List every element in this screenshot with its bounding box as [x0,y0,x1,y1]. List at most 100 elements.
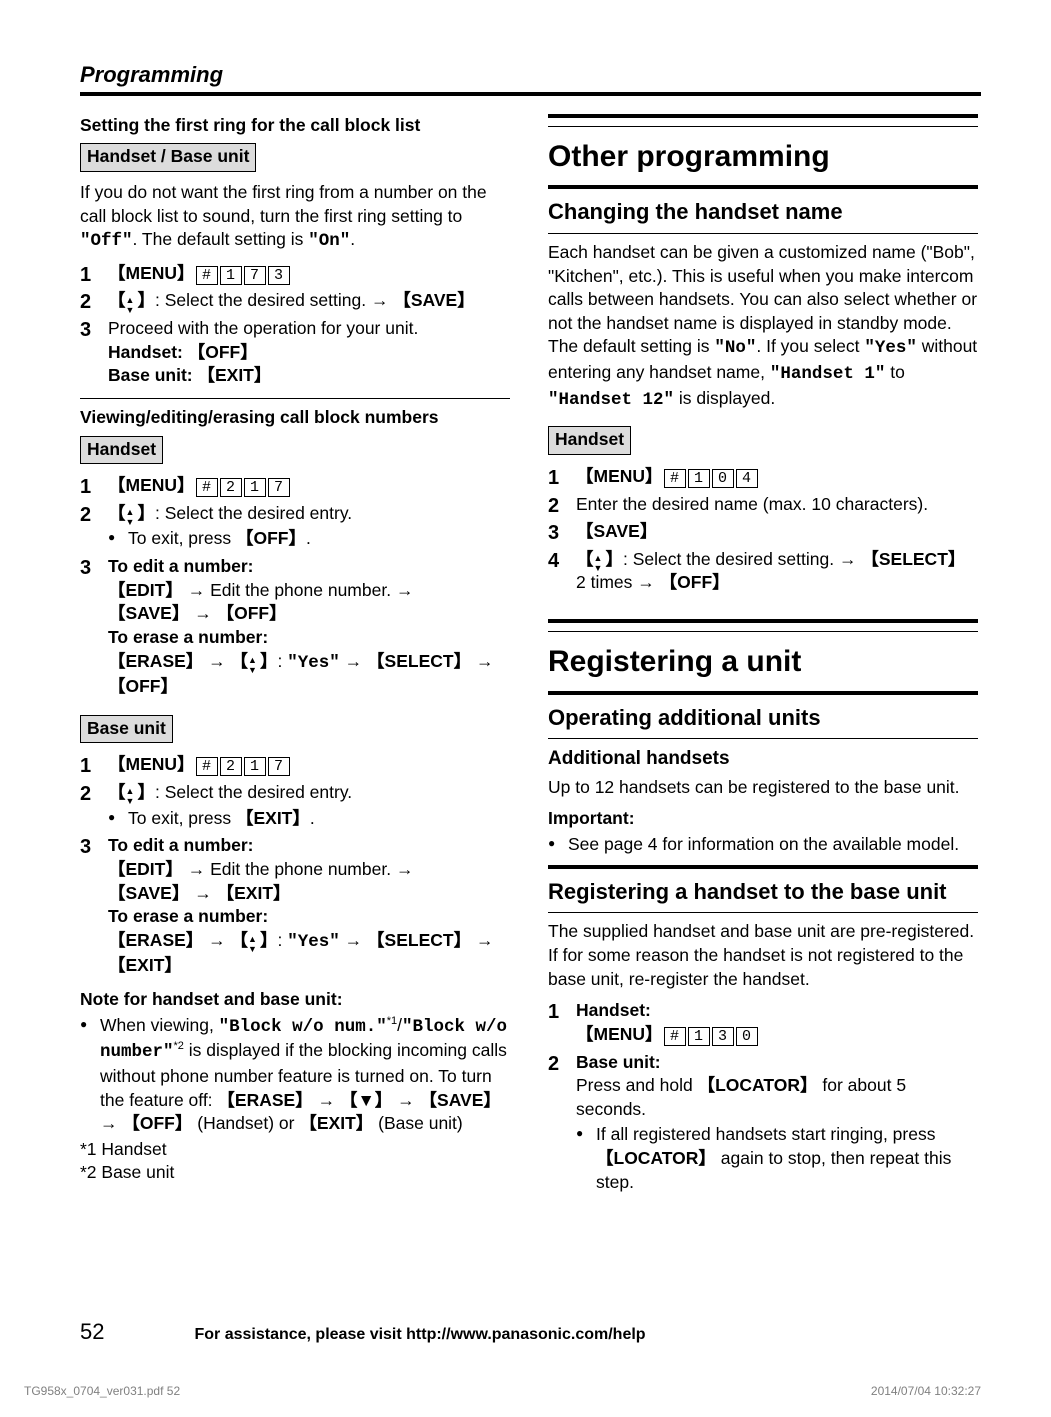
first-ring-intro: If you do not want the first ring from a… [80,181,510,254]
text: Press and hold [576,1075,698,1095]
note-title: Note for handset and base unit: [80,988,510,1012]
important-heading: Important: [548,807,978,831]
r1-step1: MENU#104 [548,465,978,489]
key-hash: # [664,1027,686,1046]
off-key: OFF [188,342,258,362]
text: If all registered handsets start ringing… [596,1124,935,1144]
text: Edit the phone number. [205,859,396,879]
help-url: For assistance, please visit http://www.… [194,1324,645,1346]
text: . [350,229,355,249]
key-hash: # [664,469,686,488]
text: to [885,362,904,382]
edit-key: EDIT [108,580,183,600]
changing-name-para: Each handset can be given a customized n… [548,241,978,412]
key-1: 1 [688,1027,710,1046]
edit-key: EDIT [108,859,183,879]
no-value: "No" [714,338,756,358]
menu-key: MENU [108,475,195,495]
r2-step2: Base unit: Press and hold LOCATOR for ab… [548,1051,978,1195]
operating-additional-heading: Operating additional units [548,703,978,733]
footnote-1: *1 Handset [80,1138,510,1162]
s2b-step2: 【】: Select the desired entry. To exit, p… [80,781,510,830]
rule [548,114,978,127]
s2h-step2: 【】: Select the desired entry. To exit, p… [80,502,510,551]
registering-handset-heading: Registering a handset to the base unit [548,877,978,907]
erase-heading: To erase a number: [108,627,268,647]
page-footer: 52 For assistance, please visit http://w… [80,1317,981,1347]
menu-key: MENU [576,466,663,486]
exit-key: EXIT [236,808,310,828]
key-0: 0 [736,1027,758,1046]
text: Proceed with the operation for your unit… [108,318,418,338]
text: : Select the desired setting. [155,290,371,310]
key-7: 7 [268,757,290,776]
page-number: 52 [80,1317,104,1347]
text: 2 times [576,572,637,592]
base-unit-label-box: Base unit [80,715,173,744]
text: Edit the phone number. [205,580,396,600]
block-num-value: "Block w/o num." [219,1017,387,1037]
locator-bullet: If all registered handsets start ringing… [576,1123,978,1194]
exit-key: EXIT [299,1113,373,1133]
text: : Select the desired entry. [155,503,352,523]
key-4: 4 [736,469,758,488]
footnotes: *1 Handset *2 Base unit [80,1138,510,1185]
text: : Select the desired entry. [155,782,352,802]
save-key: SAVE [108,883,189,903]
changing-handset-name-heading: Changing the handset name [548,197,978,227]
select-key: SELECT [861,549,965,569]
off-value: "Off" [80,231,133,251]
r2-step1: Handset: MENU#130 [548,999,978,1046]
print-meta-left: TG958x_0704_ver031.pdf 52 [24,1383,180,1399]
text: is displayed. [674,388,775,408]
exit-key: EXIT [217,883,291,903]
sup-2: *2 [174,1040,184,1052]
text: (Handset) or [192,1113,299,1133]
view-edit-erase-title: Viewing/editing/erasing call block numbe… [80,406,510,430]
handset-base-unit-label: Handset / Base unit [80,143,256,172]
key-1: 1 [688,469,710,488]
base-unit-label: Base unit: [108,365,197,385]
handset-label: Handset: [108,342,188,362]
off-key: OFF [122,1113,192,1133]
erase-key: ERASE [108,651,203,671]
s2b-step1: MENU#217 [80,753,510,777]
save-key: SAVE [108,603,189,623]
key-2: 2 [220,478,242,497]
exit-key: EXIT [108,955,182,975]
print-meta-right: 2014/07/04 10:32:27 [871,1383,981,1399]
save-key: SAVE [393,290,474,310]
first-ring-title: Setting the first ring for the call bloc… [80,114,510,138]
yes-value: "Yes" [864,338,917,358]
off-key: OFF [236,528,306,548]
r1-step2: Enter the desired name (max. 10 characte… [548,493,978,517]
rule [548,185,978,191]
additional-handsets-para: Up to 12 handsets can be registered to t… [548,776,978,800]
handset-12-value: "Handset 12" [548,390,674,410]
important-bullet: See page 4 for information on the availa… [548,833,978,857]
text: : Select the desired setting. [623,549,839,569]
handset-1-value: "Handset 1" [770,364,886,384]
key-1: 1 [244,757,266,776]
text: To exit, press [128,528,236,548]
rule [548,865,978,871]
key-hash: # [196,757,218,776]
yes-value: "Yes" [287,653,340,673]
key-2: 2 [220,757,242,776]
divider [80,398,510,400]
handset-label-box: Handset [548,426,631,455]
save-key: SAVE [576,521,657,541]
rule [548,691,978,697]
exit-bullet: To exit, press OFF. [108,527,510,551]
yes-value: "Yes" [287,932,340,952]
text: To exit, press [128,808,236,828]
header-rule [80,92,981,96]
r1-step4: 【】: Select the desired setting. → SELECT… [548,548,978,595]
erase-key: ERASE [217,1090,312,1110]
r1-step3: SAVE [548,520,978,544]
key-3: 3 [712,1027,734,1046]
edit-heading: To edit a number: [108,835,254,855]
menu-key: MENU [108,263,195,283]
key-3: 3 [268,266,290,285]
text: . The default setting is [133,229,309,249]
